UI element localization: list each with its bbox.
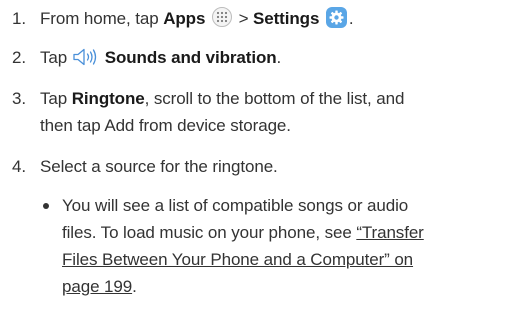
step-text: Tap bbox=[40, 48, 72, 67]
step-text: From home, tap bbox=[40, 9, 164, 28]
step-text: Tap bbox=[40, 89, 72, 108]
step-text-line2: then tap Add from device storage. bbox=[40, 116, 291, 135]
step-4: 4. Select a source for the ringtone. bbox=[0, 153, 516, 180]
transfer-files-link-cont[interactable]: Files Between Your Phone and a Computer”… bbox=[62, 250, 413, 269]
step-end: . bbox=[348, 9, 354, 28]
separator: > bbox=[233, 9, 254, 28]
step-1: 1. From home, tap Apps > Settings . bbox=[0, 5, 516, 32]
apps-grid-icon bbox=[211, 7, 232, 27]
step-number: 1. bbox=[12, 9, 26, 28]
transfer-files-link[interactable]: “Transfer bbox=[356, 223, 424, 242]
ringtone-label: Ringtone bbox=[71, 89, 145, 108]
bullet-note: You will see a list of compatible songs … bbox=[0, 192, 516, 300]
step-3: 3. Tap Ringtone, scroll to the bottom of… bbox=[0, 85, 516, 139]
bullet-line1: You will see a list of compatible songs … bbox=[62, 196, 409, 215]
step-number: 4. bbox=[12, 157, 26, 176]
bullet-dot bbox=[43, 203, 49, 209]
sounds-vibration-label: Sounds and vibration bbox=[104, 48, 277, 67]
step-text-rest: , scroll to the bottom of the list, and bbox=[144, 89, 405, 108]
settings-gear-icon bbox=[325, 7, 347, 28]
bullet-end: . bbox=[132, 277, 137, 296]
settings-label: Settings bbox=[253, 9, 320, 28]
step-number: 2. bbox=[12, 48, 26, 67]
step-end: . bbox=[276, 48, 282, 67]
speaker-sound-icon bbox=[73, 48, 96, 66]
apps-label: Apps bbox=[163, 9, 206, 28]
step-2: 2. Tap Sounds and vibration. bbox=[0, 44, 516, 71]
page-199-link[interactable]: page 199 bbox=[62, 277, 132, 296]
bullet-line2: files. To load music on your phone, see bbox=[62, 223, 357, 242]
step-text: Select a source for the ringtone. bbox=[40, 157, 278, 176]
step-number: 3. bbox=[12, 89, 26, 108]
